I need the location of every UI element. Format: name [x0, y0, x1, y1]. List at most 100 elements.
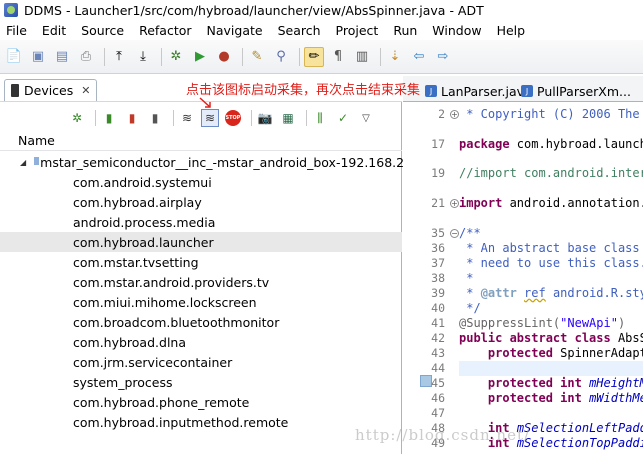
code-line: //import com.android.inter	[459, 166, 643, 180]
dump-hprof-icon[interactable]: ▮	[123, 109, 141, 127]
tab-devices[interactable]: Devices ✕	[4, 79, 98, 101]
column-header-name[interactable]: Name	[0, 133, 402, 151]
debug-icon[interactable]: ✲	[166, 47, 186, 67]
new-icon[interactable]: 📄	[4, 47, 24, 67]
menu-project[interactable]: Project	[336, 23, 379, 38]
process-row[interactable]: com.hybroad.phone_remote	[0, 392, 402, 412]
code-line: * Copyright (C) 2006 The	[459, 107, 640, 121]
editor-tab-lanparser[interactable]: J LanParser.java	[425, 80, 532, 102]
expand-triangle-icon[interactable]: ◢	[20, 158, 26, 167]
code-line: package com.hybroad.launch	[459, 137, 643, 151]
main-toolbar: 📄 ▣ ▤ ⎙ ⤒ ⤓ ✲ ▶ ● ✎ ⚲ ✏ ¶ ▥ ⇣ ⇦ ⇨	[0, 40, 643, 74]
process-row[interactable]: com.hybroad.dlna	[0, 332, 402, 352]
external-tools-icon[interactable]: ●	[214, 47, 234, 67]
code-line: *	[459, 271, 474, 285]
line-number: 37	[431, 256, 445, 270]
debug-process-icon[interactable]: ✲	[68, 109, 86, 127]
close-icon[interactable]: ✕	[81, 84, 90, 97]
line-number: 45	[431, 376, 445, 390]
code-line: /**	[459, 226, 481, 240]
print-icon[interactable]: ⎙	[76, 47, 96, 67]
editor-tab-pullparser[interactable]: J PullParserXm...	[521, 80, 631, 102]
export-icon[interactable]: ⤒	[109, 47, 129, 67]
cause-gc-icon[interactable]: ▮	[146, 109, 164, 127]
menu-refactor[interactable]: Refactor	[139, 23, 191, 38]
import-icon[interactable]: ⤓	[133, 47, 153, 67]
menu-help[interactable]: Help	[497, 23, 526, 38]
open-type-icon[interactable]: ✎	[247, 47, 267, 67]
highlight-pen-icon[interactable]: ✏	[304, 46, 324, 67]
process-row[interactable]: com.android.systemui	[0, 172, 402, 192]
process-row[interactable]: com.broadcom.bluetoothmonitor	[0, 312, 402, 332]
editor-gutter: 2 + 17 19 21 + 35 − 36 37 38 39 40 41 42…	[403, 102, 459, 454]
code-line: protected int mHeightM	[487, 376, 643, 390]
line-number: 39	[431, 286, 445, 300]
menu-source[interactable]: Source	[81, 23, 124, 38]
line-number: 19	[431, 166, 445, 180]
opengl-trace-icon[interactable]: ✓	[334, 109, 352, 127]
code-line: @SuppressLint("NewApi")	[459, 316, 626, 330]
code-line: protected SpinnerAdapt	[487, 346, 643, 360]
update-heap-icon[interactable]: ▮	[100, 109, 118, 127]
code-line: * need to use this class.	[459, 256, 643, 270]
systrace-icon[interactable]: ⫼	[311, 109, 329, 127]
process-row[interactable]: android.process.media	[0, 212, 402, 232]
line-number: 35	[431, 226, 445, 240]
editor-tab-label: LanParser.java	[441, 83, 532, 99]
code-line: */	[459, 301, 481, 315]
device-name: mstar_semiconductor__inc_-mstar_android_…	[40, 154, 417, 170]
save-all-icon[interactable]: ▤	[52, 47, 72, 67]
annotation-text: 点击该图标启动采集，再次点击结束采集	[186, 83, 421, 98]
device-row[interactable]: ◢ mstar_semiconductor__inc_-mstar_androi…	[0, 152, 416, 172]
menu-navigate[interactable]: Navigate	[207, 23, 263, 38]
next-annotation-icon[interactable]: ⇣	[385, 47, 405, 67]
update-threads-icon[interactable]: ≋	[178, 109, 196, 127]
forward-icon[interactable]: ⇨	[433, 47, 453, 67]
fold-minus-icon[interactable]: −	[450, 229, 459, 238]
method-profiling-icon[interactable]: ≋	[201, 109, 219, 127]
fold-plus-icon[interactable]: +	[450, 110, 459, 119]
block-selection-icon[interactable]: ▥	[352, 47, 372, 67]
fold-plus-icon[interactable]: +	[450, 199, 459, 208]
search-icon[interactable]: ⚲	[271, 47, 291, 67]
dump-view-hierarchy-icon[interactable]: ▦	[279, 109, 297, 127]
menu-bar: File Edit Source Refactor Navigate Searc…	[0, 20, 643, 40]
run-icon[interactable]: ▶	[190, 47, 210, 67]
toolbar-separator	[104, 47, 105, 66]
view-menu-chevron-down-icon[interactable]: ▽	[357, 109, 375, 127]
line-number: 36	[431, 241, 445, 255]
toolbar-separator	[95, 110, 96, 126]
java-file-icon: J	[521, 85, 533, 97]
menu-window[interactable]: Window	[432, 23, 481, 38]
editor-tab-row: J LanParser.java J PullParserXm...	[403, 76, 643, 102]
process-row[interactable]: com.miui.mihome.lockscreen	[0, 292, 402, 312]
code-line: protected int mWidthMe	[487, 391, 643, 405]
toolbar-separator	[173, 110, 174, 126]
process-row[interactable]: com.mstar.tvsetting	[0, 252, 402, 272]
toolbar-separator	[299, 47, 300, 66]
menu-search[interactable]: Search	[278, 23, 321, 38]
menu-file[interactable]: File	[6, 23, 27, 38]
toolbar-separator	[380, 47, 381, 66]
process-row[interactable]: com.jrm.servicecontainer	[0, 352, 402, 372]
process-row[interactable]: com.hybroad.inputmethod.remote	[0, 412, 402, 432]
back-icon[interactable]: ⇦	[409, 47, 429, 67]
process-row[interactable]: com.hybroad.airplay	[0, 192, 402, 212]
process-row[interactable]: system_process	[0, 372, 402, 392]
show-whitespace-icon[interactable]: ¶	[328, 47, 348, 67]
stop-process-icon[interactable]: STOP	[224, 109, 242, 127]
java-file-icon: J	[425, 85, 437, 97]
process-row-selected[interactable]: com.hybroad.launcher	[0, 232, 402, 252]
code-editor[interactable]: * Copyright (C) 2006 The package com.hyb…	[459, 102, 643, 454]
screen-capture-icon[interactable]: 📷	[256, 109, 274, 127]
window-title: DDMS - Launcher1/src/com/hybroad/launche…	[24, 2, 484, 18]
device-tree: ◢ mstar_semiconductor__inc_-mstar_androi…	[0, 152, 416, 432]
menu-edit[interactable]: Edit	[42, 23, 66, 38]
stop-icon: STOP	[225, 110, 241, 126]
process-row[interactable]: com.mstar.android.providers.tv	[0, 272, 402, 292]
line-number: 40	[431, 301, 445, 315]
line-number: 42	[431, 331, 445, 345]
menu-run[interactable]: Run	[393, 23, 417, 38]
save-icon[interactable]: ▣	[28, 47, 48, 67]
line-number: 47	[431, 406, 445, 420]
